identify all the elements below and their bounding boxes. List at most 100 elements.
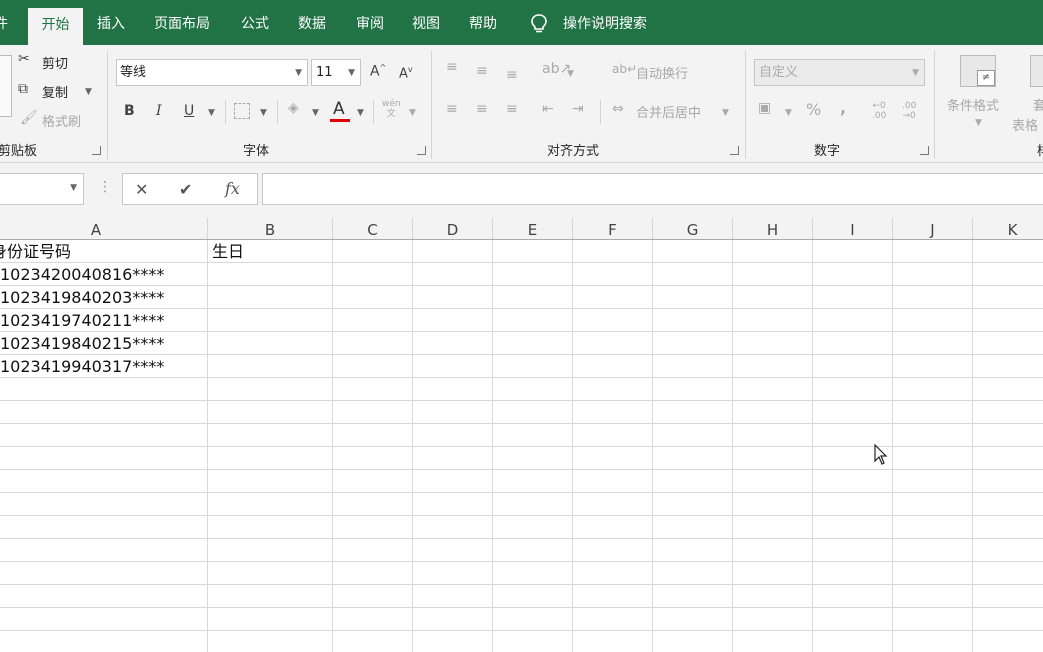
format-painter-button[interactable]: 格式刷 bbox=[42, 111, 81, 130]
cell-a5[interactable]: 1023419840215**** bbox=[0, 332, 164, 354]
divider bbox=[373, 100, 374, 124]
conditional-formatting-label[interactable]: 条件格式 bbox=[947, 95, 999, 114]
cut-button[interactable]: 剪切 bbox=[42, 53, 68, 72]
borders-icon[interactable] bbox=[234, 103, 250, 119]
align-center-icon[interactable]: ≡ bbox=[476, 101, 488, 117]
column-header-e[interactable]: E bbox=[493, 218, 573, 239]
conditional-formatting-dropdown-icon[interactable]: ▼ bbox=[975, 118, 982, 128]
font-name-select[interactable]: 等线 ▼ bbox=[116, 59, 308, 86]
formula-input[interactable] bbox=[262, 173, 1043, 205]
column-header-i[interactable]: I bbox=[813, 218, 893, 239]
insert-function-icon[interactable]: fx bbox=[225, 179, 240, 198]
column-header-b[interactable]: B bbox=[208, 218, 333, 239]
bold-button[interactable]: B bbox=[124, 103, 135, 119]
accounting-dropdown-icon[interactable]: ▼ bbox=[785, 108, 792, 118]
row-gridline bbox=[0, 423, 1043, 424]
orientation-dropdown-icon[interactable]: ▼ bbox=[567, 69, 574, 79]
middle-align-icon[interactable]: ≡ bbox=[476, 63, 488, 79]
clipboard-launcher-icon[interactable] bbox=[92, 146, 101, 155]
tab-review[interactable]: 审阅 bbox=[356, 0, 384, 45]
fill-color-dropdown-icon[interactable]: ▼ bbox=[312, 108, 319, 118]
row-gridline bbox=[0, 469, 1043, 470]
decrease-decimal-icon[interactable]: .00 →0 bbox=[902, 101, 916, 121]
column-header-a[interactable]: A bbox=[0, 218, 208, 239]
enter-icon[interactable]: ✔ bbox=[179, 180, 192, 199]
chevron-down-icon: ▼ bbox=[70, 183, 77, 193]
name-box[interactable]: ▼ bbox=[0, 173, 84, 205]
ribbon: ✂ 剪切 ⧉ 复制 ▼ 🖌 格式刷 剪贴板 等线 ▼ 11 ▼ A^ Av B … bbox=[0, 45, 1043, 163]
column-header-g[interactable]: G bbox=[653, 218, 733, 239]
phonetic-label: wén bbox=[382, 99, 401, 109]
format-as-table-label-1[interactable]: 套 bbox=[1033, 95, 1043, 114]
underline-button[interactable]: U bbox=[184, 103, 194, 119]
bottom-align-icon[interactable]: ≡ bbox=[506, 67, 518, 83]
decrease-indent-icon[interactable]: ⇤ bbox=[542, 101, 554, 117]
fill-color-icon[interactable]: ◈ bbox=[288, 100, 299, 116]
copy-button[interactable]: 复制 bbox=[42, 82, 68, 101]
phonetic-guide-icon[interactable]: wén 文 bbox=[382, 99, 401, 119]
merge-center-icon: ⇔ bbox=[612, 101, 624, 117]
column-header-c[interactable]: C bbox=[333, 218, 413, 239]
format-as-table-icon[interactable] bbox=[1030, 55, 1043, 87]
increase-font-size-icon[interactable]: A^ bbox=[370, 63, 386, 80]
tell-me-search[interactable]: 操作说明搜索 bbox=[563, 0, 647, 45]
tab-page-layout[interactable]: 页面布局 bbox=[154, 0, 210, 45]
decrease-font-size-icon[interactable]: Av bbox=[399, 65, 413, 81]
tab-data[interactable]: 数据 bbox=[298, 0, 326, 45]
conditional-formatting-icon[interactable]: ≠ bbox=[960, 55, 996, 87]
percent-style-button[interactable]: % bbox=[806, 100, 821, 119]
cancel-icon[interactable]: ✕ bbox=[135, 180, 148, 199]
number-format-select[interactable]: 自定义 ▼ bbox=[754, 59, 925, 86]
align-right-icon[interactable]: ≡ bbox=[506, 101, 518, 117]
borders-dropdown-icon[interactable]: ▼ bbox=[260, 108, 267, 118]
column-header-d[interactable]: D bbox=[413, 218, 493, 239]
merge-center-button[interactable]: 合并后居中 bbox=[636, 102, 701, 121]
tab-help[interactable]: 帮助 bbox=[469, 0, 497, 45]
divider bbox=[600, 100, 601, 124]
font-color-icon[interactable]: A bbox=[333, 99, 345, 119]
accounting-format-icon[interactable]: ▣ bbox=[758, 100, 771, 116]
top-align-icon[interactable]: ≡ bbox=[446, 59, 458, 75]
cell-a6[interactable]: 1023419940317**** bbox=[0, 355, 164, 377]
cell-a2[interactable]: 1023420040816**** bbox=[0, 263, 164, 285]
font-launcher-icon[interactable] bbox=[417, 146, 426, 155]
increase-decimal-icon[interactable]: ←0.00 bbox=[872, 101, 886, 121]
row-gridline bbox=[0, 377, 1043, 378]
cell-a1[interactable]: 身份证号码 bbox=[0, 240, 71, 262]
paste-icon[interactable] bbox=[0, 55, 12, 117]
cell-a4[interactable]: 1023419740211**** bbox=[0, 309, 164, 331]
font-size-select[interactable]: 11 ▼ bbox=[311, 59, 361, 86]
alignment-launcher-icon[interactable] bbox=[730, 146, 739, 155]
cell-a3[interactable]: 1023419840203**** bbox=[0, 286, 164, 308]
wrap-text-button[interactable]: 自动换行 bbox=[636, 63, 688, 82]
tab-view[interactable]: 视图 bbox=[412, 0, 440, 45]
row-gridline bbox=[0, 538, 1043, 539]
tab-home[interactable]: 开始 bbox=[28, 8, 83, 45]
column-header-f[interactable]: F bbox=[573, 218, 653, 239]
cell-b1[interactable]: 生日 bbox=[212, 240, 244, 262]
increase-indent-icon[interactable]: ⇥ bbox=[572, 101, 584, 117]
number-launcher-icon[interactable] bbox=[920, 146, 929, 155]
tab-insert[interactable]: 插入 bbox=[97, 0, 125, 45]
merge-dropdown-icon[interactable]: ▼ bbox=[722, 108, 729, 118]
tab-file[interactable]: 件 bbox=[0, 0, 8, 45]
phonetic-dropdown-icon[interactable]: ▼ bbox=[409, 108, 416, 118]
format-as-table-label-2[interactable]: 表格 bbox=[1012, 115, 1038, 134]
align-left-icon[interactable]: ≡ bbox=[446, 101, 458, 117]
comma-style-button[interactable]: , bbox=[840, 98, 846, 117]
column-header-h[interactable]: H bbox=[733, 218, 813, 239]
number-format-value: 自定义 bbox=[759, 65, 799, 80]
underline-dropdown-icon[interactable]: ▼ bbox=[208, 108, 215, 118]
number-group-label: 数字 bbox=[814, 144, 841, 159]
font-size-value: 11 bbox=[316, 65, 333, 80]
copy-dropdown-icon[interactable]: ▼ bbox=[85, 87, 92, 97]
column-header-k[interactable]: K bbox=[973, 218, 1043, 239]
formula-bar-area: ▼ ⋮ ✕ ✔ fx bbox=[0, 163, 1043, 218]
clipboard-group-label: 剪贴板 bbox=[0, 144, 38, 159]
font-color-dropdown-icon[interactable]: ▼ bbox=[357, 108, 364, 118]
lightbulb-icon bbox=[531, 14, 547, 33]
vertical-dots-icon[interactable]: ⋮ bbox=[98, 179, 112, 195]
column-header-j[interactable]: J bbox=[893, 218, 973, 239]
tab-formulas[interactable]: 公式 bbox=[241, 0, 269, 45]
italic-button[interactable]: I bbox=[156, 103, 162, 119]
